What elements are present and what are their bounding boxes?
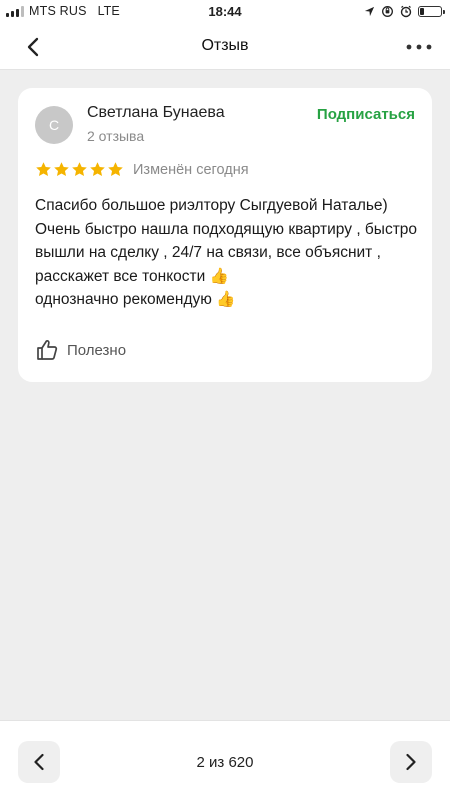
review-pager: 2 из 620 bbox=[0, 720, 450, 800]
pager-counter: 2 из 620 bbox=[196, 754, 254, 771]
review-text: Спасибо большое риэлтору Сыгдуевой Натал… bbox=[35, 194, 420, 312]
star-icon bbox=[72, 162, 87, 177]
author-review-count: 2 отзыва bbox=[87, 128, 145, 144]
more-button[interactable] bbox=[402, 32, 436, 62]
edited-label: Изменён сегодня bbox=[133, 161, 249, 178]
battery-level bbox=[420, 8, 424, 15]
battery-icon bbox=[418, 6, 445, 17]
author-name[interactable]: Светлана Бунаева bbox=[87, 104, 225, 122]
review-card: С Светлана Бунаева 2 отзыва Подписаться … bbox=[18, 88, 432, 382]
rating-row: Изменён сегодня bbox=[35, 161, 249, 178]
avatar[interactable]: С bbox=[35, 106, 73, 144]
thumbs-up-icon bbox=[37, 340, 58, 360]
alarm-icon bbox=[400, 5, 412, 18]
star-icon bbox=[54, 162, 69, 177]
review-text-line: однозначно рекомендую 👍 bbox=[35, 291, 236, 308]
nav-bar: Отзыв bbox=[0, 24, 450, 70]
status-bar: MTS RUS LTE 18:44 bbox=[0, 0, 450, 24]
page-title: Отзыв bbox=[201, 37, 249, 54]
helpful-label: Полезно bbox=[67, 341, 127, 359]
star-rating bbox=[35, 161, 124, 178]
status-right bbox=[364, 5, 445, 18]
subscribe-button[interactable]: Подписаться bbox=[317, 106, 415, 123]
star-icon bbox=[90, 162, 105, 177]
orientation-lock-icon bbox=[382, 6, 393, 17]
chevron-right-icon bbox=[406, 753, 416, 771]
helpful-button[interactable]: Полезно bbox=[35, 338, 126, 362]
next-review-button[interactable] bbox=[390, 741, 432, 783]
location-arrow-icon bbox=[364, 6, 375, 17]
review-text-line: Очень быстро нашла подходящую квартиру ,… bbox=[35, 220, 418, 285]
more-horizontal-icon bbox=[406, 44, 432, 50]
star-icon bbox=[108, 162, 123, 177]
star-icon bbox=[36, 162, 51, 177]
review-text-line: Спасибо большое риэлтору Сыгдуевой Натал… bbox=[35, 197, 388, 214]
